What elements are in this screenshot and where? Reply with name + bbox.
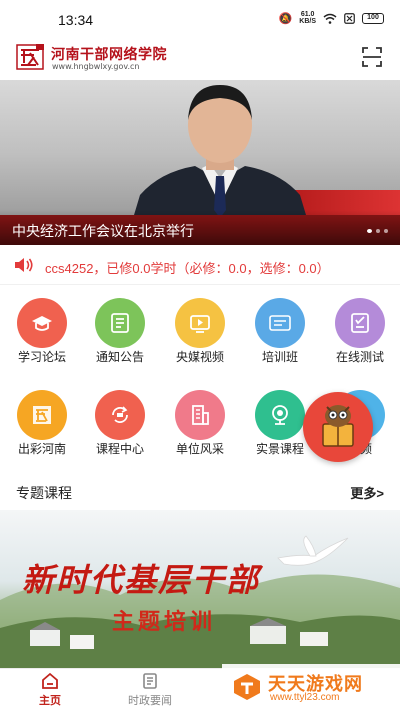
building-icon xyxy=(175,390,225,440)
grid-label: 单位风采 xyxy=(175,442,224,456)
section-title: 专题课程 xyxy=(16,485,72,501)
nav-home[interactable]: 主页 xyxy=(15,672,85,708)
news-icon xyxy=(143,673,157,689)
banner-caption[interactable]: 中央经济工作会议在北京举行 xyxy=(12,221,194,241)
status-time: 13:34 xyxy=(58,12,94,28)
dove-icon xyxy=(277,535,349,566)
special-course-banner[interactable]: 新时代基层干部 主题培训 xyxy=(0,510,400,668)
grid-item-training-class[interactable]: 培训班 xyxy=(240,296,320,376)
net-speed-value: 61.0 xyxy=(300,11,315,18)
grid-item-media-video[interactable]: 央媒视频 xyxy=(160,296,240,376)
grid-item-henan[interactable]: 出彩河南 xyxy=(2,388,82,468)
camera-icon xyxy=(255,390,305,440)
notice-board-icon xyxy=(95,298,145,348)
class-icon xyxy=(255,298,305,348)
news-banner-carousel[interactable]: 中央经济工作会议在北京举行 xyxy=(0,80,400,245)
carousel-dot[interactable] xyxy=(384,229,388,233)
net-speed-unit: KB/S xyxy=(299,18,316,25)
status-icons: 🔕 61.0 KB/S 100 xyxy=(279,11,384,25)
grid-label: 培训班 xyxy=(261,350,298,364)
floating-reader-button[interactable] xyxy=(303,392,373,462)
henan-seal-icon xyxy=(17,390,67,440)
reading-owl-icon xyxy=(322,405,354,447)
study-hours-text: ccs4252，已修0.0学时（必修：0.0，选修：0.0） xyxy=(45,261,330,276)
promo-subtitle: 主题培训 xyxy=(112,610,217,635)
grid-label: 学习论坛 xyxy=(17,350,66,364)
grid-label: 通知公告 xyxy=(95,350,144,364)
more-link[interactable]: 更多> xyxy=(350,483,384,502)
mute-icon: 🔕 xyxy=(278,12,293,25)
grid-item-unit-style[interactable]: 单位风采 xyxy=(160,388,240,468)
status-bar: 13:34 🔕 61.0 KB/S 100 xyxy=(0,0,400,40)
grid-item-forum[interactable]: 学习论坛 xyxy=(2,296,82,376)
sim-icon xyxy=(344,12,355,24)
carousel-dot[interactable] xyxy=(376,229,380,233)
nav-label: 时政要闻 xyxy=(128,695,172,707)
college-name: 河南干部网络学院 xyxy=(51,47,167,63)
grid-label: 在线测试 xyxy=(335,350,384,364)
grid-item-course-center[interactable]: 课程中心 xyxy=(80,388,160,468)
college-logo-icon xyxy=(16,44,44,70)
scan-icon[interactable] xyxy=(362,47,382,67)
watermark-url: www.ttyl23.com xyxy=(270,692,340,703)
grid-item-notices[interactable]: 通知公告 xyxy=(80,296,160,376)
battery-indicator: 100 xyxy=(362,12,384,24)
special-courses-header: 专题课程 更多> xyxy=(0,476,400,508)
nav-label: 主页 xyxy=(39,695,61,707)
study-hours-notice[interactable]: ccs4252，已修0.0学时（必修：0.0，选修：0.0） xyxy=(0,245,400,285)
grid-item-online-test[interactable]: 在线测试 xyxy=(320,296,400,376)
home-icon xyxy=(42,672,58,689)
course-cycle-icon xyxy=(95,390,145,440)
grid-label: 出彩河南 xyxy=(17,442,66,456)
grid-label: 央媒视频 xyxy=(175,350,224,364)
speaker-icon xyxy=(15,258,33,272)
app-header: 河南干部网络学院 www.hngbwlxy.gov.cn xyxy=(0,40,400,80)
wifi-icon xyxy=(323,13,337,24)
graduation-cap-icon xyxy=(17,298,67,348)
college-url: www.hngbwlxy.gov.cn xyxy=(52,62,140,71)
nav-news[interactable]: 时政要闻 xyxy=(115,672,185,708)
site-watermark: 天天游戏网 www.ttyl23.com xyxy=(222,664,400,711)
grid-label: 课程中心 xyxy=(95,442,144,456)
video-icon xyxy=(175,298,225,348)
carousel-dot[interactable] xyxy=(367,229,372,233)
carousel-indicator xyxy=(367,229,388,233)
test-paper-icon xyxy=(335,298,385,348)
promo-title: 新时代基层干部 xyxy=(22,561,261,599)
watermark-logo-icon xyxy=(234,674,260,700)
network-speed: 61.0 KB/S xyxy=(299,11,316,25)
